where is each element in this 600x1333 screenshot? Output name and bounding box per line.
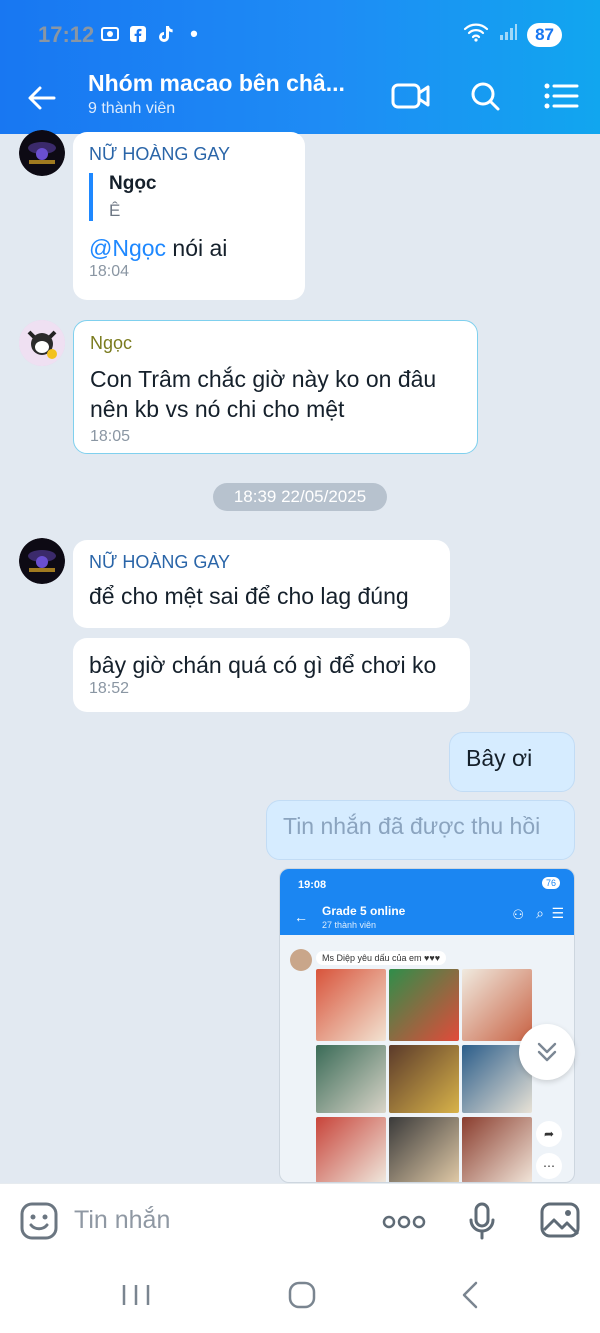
- message-time: 18:04: [89, 263, 130, 280]
- message-bubble[interactable]: NỮ HOÀNG GAY Ngọc Ê @Ngọc nói ai 18:04: [73, 132, 305, 300]
- shot-back-icon: ←: [294, 909, 308, 925]
- message-time: 18:52: [89, 680, 130, 697]
- quote-text: Ê: [109, 201, 121, 220]
- shot-share-icon: ➦: [536, 1121, 562, 1147]
- message-input[interactable]: Tin nhắn: [74, 1206, 170, 1235]
- message-text: nên kb vs nó chi cho mệt: [90, 396, 345, 422]
- shot-menu-icon: ☰: [551, 905, 564, 921]
- date-separator: 18:39 22/05/2025: [213, 483, 387, 511]
- back-nav-button[interactable]: [452, 1279, 492, 1311]
- my-message-bubble[interactable]: Bây ơi: [449, 732, 575, 792]
- battery-indicator: 87: [527, 22, 562, 47]
- tiktok-icon: [156, 24, 176, 44]
- recalled-text: Tin nhắn đã được thu hồi: [283, 813, 541, 839]
- shot-battery: 76: [541, 877, 560, 889]
- shared-image[interactable]: 19:08 76 ← Grade 5 online 27 thành viên …: [279, 868, 575, 1183]
- screenshot-icon: [100, 24, 120, 44]
- signal-icon: [499, 23, 518, 46]
- sender-name: NỮ HOÀNG GAY: [89, 552, 231, 572]
- photo-thumbnail: [316, 969, 386, 1041]
- search-button[interactable]: [464, 78, 506, 114]
- shot-add-member-icon: ⚇: [512, 907, 524, 922]
- mention-link[interactable]: @Ngọc: [89, 235, 166, 261]
- message-text: Con Trâm chắc giờ này ko on đâu: [90, 366, 437, 392]
- recent-apps-button[interactable]: [116, 1279, 156, 1311]
- shot-message: Ms Diệp yêu dấu của em ♥♥♥: [316, 951, 447, 965]
- status-bar: 17:12 • 87: [0, 0, 600, 68]
- photo-thumbnail: [462, 969, 532, 1041]
- photo-thumbnail: [316, 1045, 386, 1113]
- avatar[interactable]: [19, 130, 65, 176]
- notification-dot-icon: •: [190, 21, 198, 46]
- list-menu-icon: [544, 83, 579, 109]
- shot-avatar: [290, 949, 312, 971]
- message-text: để cho mệt sai để cho lag đúng: [89, 583, 409, 609]
- message-text: nói ai: [166, 235, 228, 261]
- image-picker-button[interactable]: [540, 1202, 580, 1238]
- photo-thumbnail: [389, 969, 459, 1041]
- wifi-icon: [463, 22, 489, 47]
- sticker-button[interactable]: [20, 1202, 58, 1240]
- status-time: 17:12: [38, 22, 95, 47]
- shot-title: Grade 5 online: [322, 904, 406, 918]
- chevron-left-icon: [462, 1281, 478, 1309]
- message-time: 18:05: [90, 428, 131, 445]
- home-button[interactable]: [282, 1279, 322, 1311]
- shot-search-icon: ⌕: [536, 905, 544, 921]
- photo-thumbnail: [389, 1045, 459, 1113]
- message-bubble[interactable]: NỮ HOÀNG GAY để cho mệt sai để cho lag đ…: [73, 540, 450, 628]
- photo-thumbnail: [389, 1117, 459, 1182]
- avatar[interactable]: [19, 538, 65, 584]
- system-navigation-bar: [0, 1257, 600, 1333]
- double-chevron-down-icon: [537, 1042, 557, 1062]
- menu-button[interactable]: [540, 78, 582, 114]
- shot-status-time: 19:08: [298, 879, 327, 891]
- emoji-icon: [20, 1202, 58, 1240]
- photo-thumbnail: [316, 1117, 386, 1182]
- message-text: bây giờ chán quá có gì để chơi ko: [89, 652, 437, 678]
- message-text: Bây ơi: [466, 745, 533, 771]
- more-horizontal-icon: [382, 1215, 426, 1229]
- message-bubble[interactable]: bây giờ chán quá có gì để chơi ko 18:52: [73, 638, 470, 712]
- chat-title[interactable]: Nhóm macao bên châ...: [88, 70, 345, 97]
- facebook-icon: [128, 24, 148, 44]
- shot-subtitle: 27 thành viên: [322, 920, 377, 930]
- video-camera-icon: [391, 83, 430, 109]
- quoted-message[interactable]: Ngọc Ê: [89, 173, 289, 221]
- back-button[interactable]: [24, 80, 64, 116]
- sender-name: NỮ HOÀNG GAY: [89, 144, 231, 164]
- more-options-button[interactable]: [382, 1210, 426, 1234]
- quote-author: Ngọc: [109, 173, 157, 194]
- shot-more-icon: ⋯: [536, 1153, 562, 1179]
- recalled-message-bubble[interactable]: Tin nhắn đã được thu hồi: [266, 800, 575, 860]
- home-icon: [288, 1281, 316, 1309]
- microphone-icon: [469, 1202, 495, 1240]
- sender-name: Ngọc: [90, 333, 133, 353]
- recent-apps-icon: [122, 1285, 150, 1305]
- chat-header: 17:12 • 87 Nhóm macao bên châ... 9 thành…: [0, 0, 600, 134]
- message-bubble[interactable]: Ngọc Con Trâm chắc giờ này ko on đâu nên…: [73, 320, 478, 454]
- search-icon: [471, 82, 500, 111]
- video-call-button[interactable]: [390, 78, 432, 114]
- photo-thumbnail: [462, 1117, 532, 1182]
- avatar[interactable]: [19, 320, 65, 366]
- member-count: 9 thành viên: [88, 100, 176, 117]
- voice-message-button[interactable]: [468, 1202, 496, 1240]
- message-composer: Tin nhắn: [0, 1183, 600, 1257]
- scroll-to-bottom-button[interactable]: [519, 1024, 575, 1080]
- image-icon: [540, 1202, 580, 1238]
- arrow-left-icon: [28, 86, 56, 110]
